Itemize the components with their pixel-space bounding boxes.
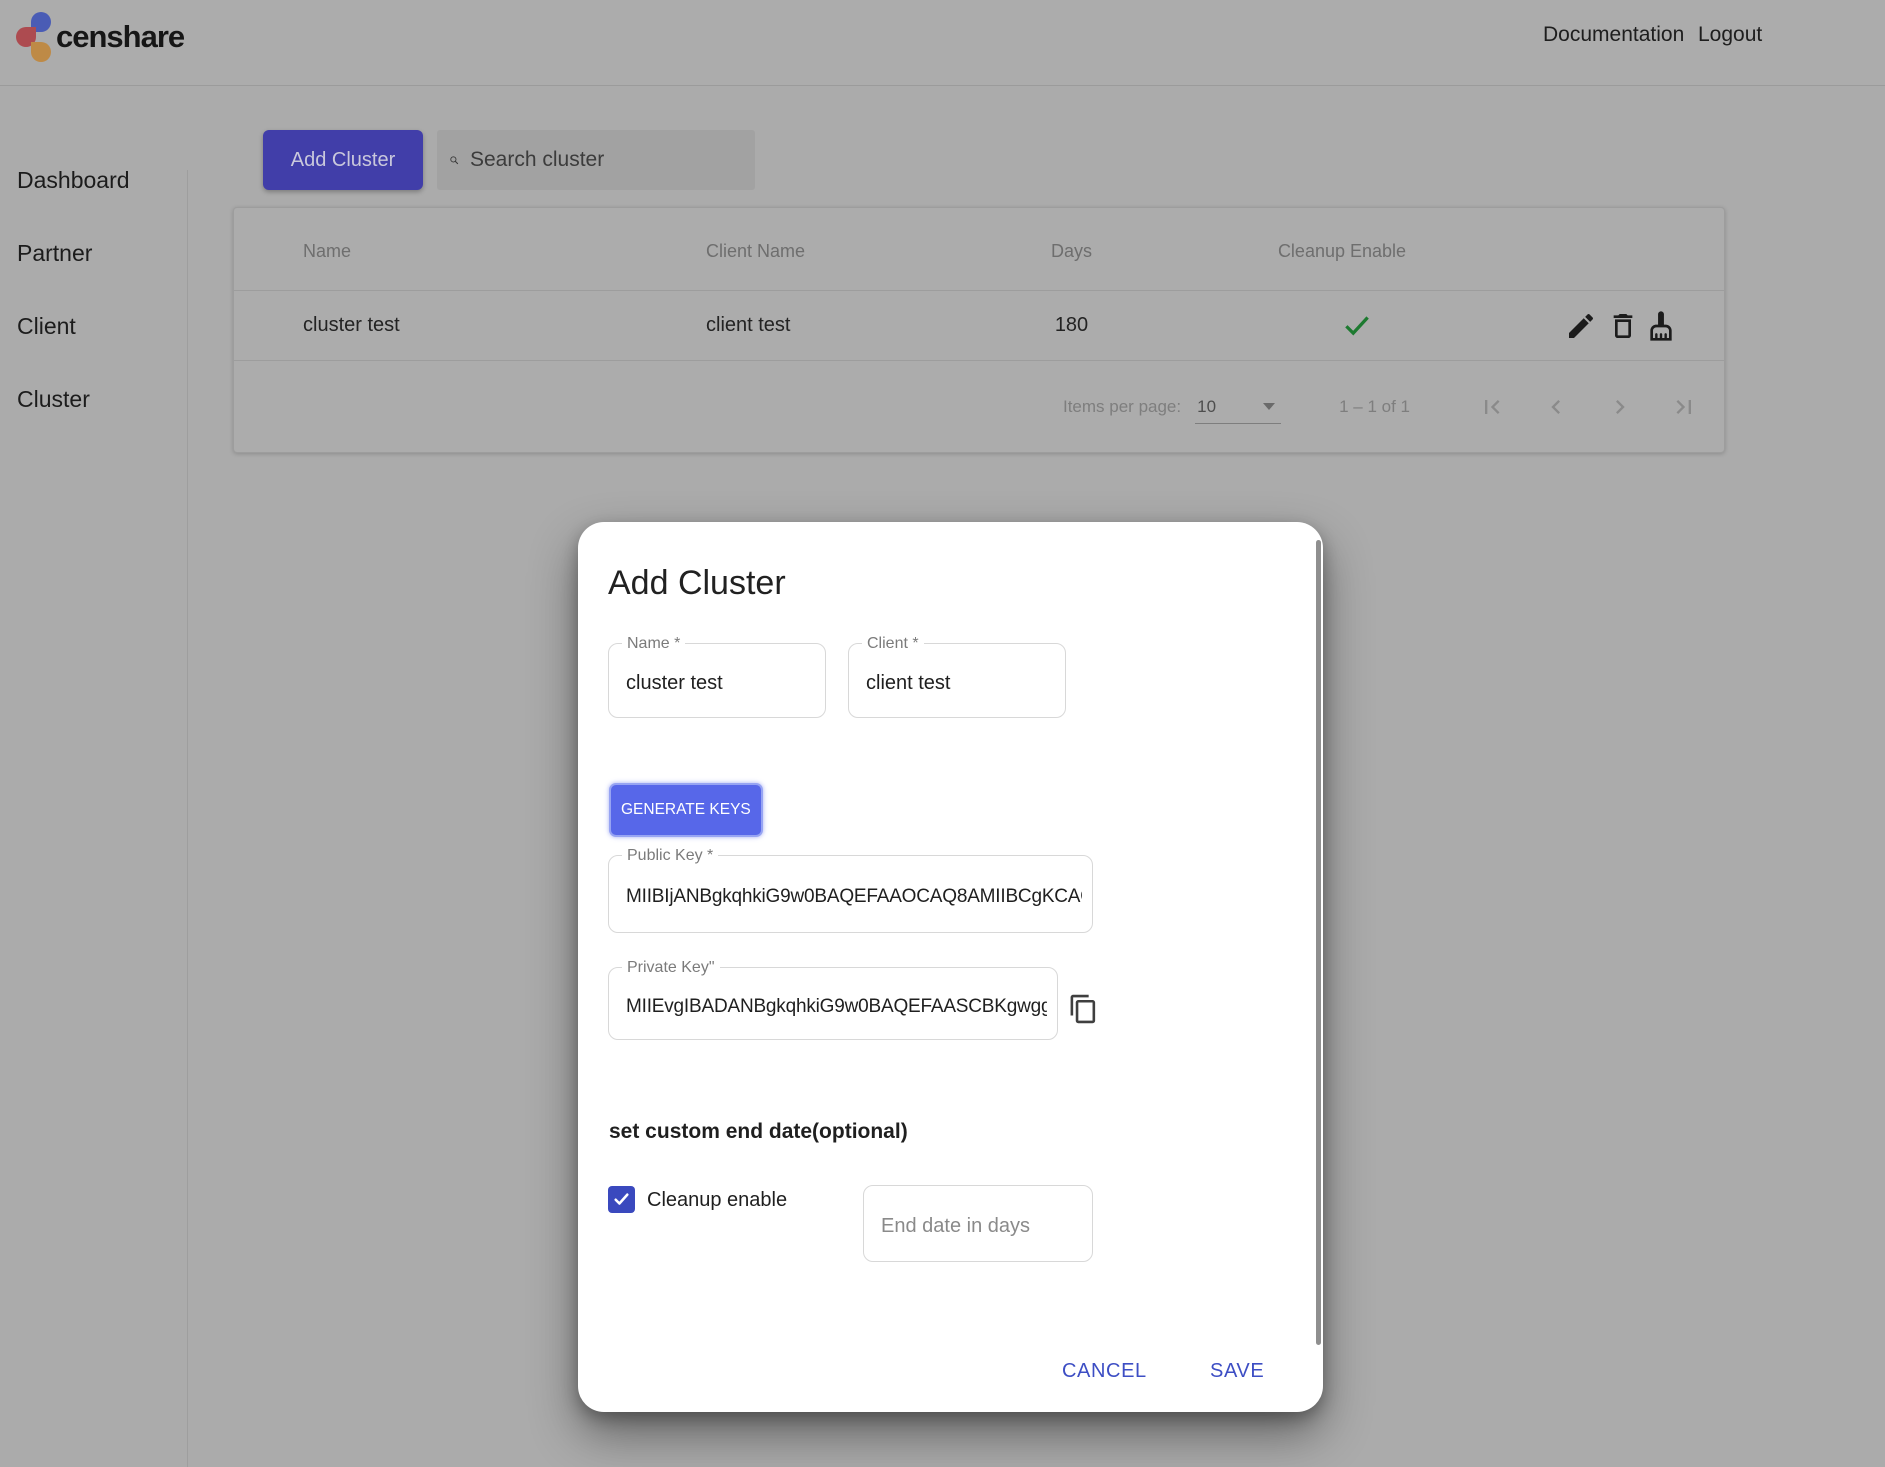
sidebar-divider	[187, 170, 188, 1467]
column-header-cleanup-enable: Cleanup Enable	[1277, 241, 1407, 262]
name-field: Name *	[608, 643, 826, 718]
table-header-row: Name Client Name Days Cleanup Enable	[234, 208, 1724, 291]
save-button[interactable]: SAVE	[1210, 1360, 1264, 1383]
copy-private-key-button[interactable]	[1065, 990, 1101, 1030]
chevron-right-icon	[1606, 393, 1634, 421]
column-header-client-name: Client Name	[706, 241, 805, 262]
add-cluster-button[interactable]: Add Cluster	[263, 130, 423, 190]
custom-end-date-heading: set custom end date(optional)	[609, 1120, 908, 1144]
cell-client-name: client test	[706, 314, 790, 337]
search-icon	[449, 147, 459, 173]
column-header-days: Days	[1034, 241, 1109, 262]
next-page-button[interactable]	[1606, 393, 1634, 421]
broom-icon	[1645, 310, 1677, 342]
paginator-range-label: 1 – 1 of 1	[1339, 397, 1410, 417]
dropdown-caret-icon	[1263, 403, 1275, 410]
top-bar: censhare Documentation Logout	[0, 0, 1885, 86]
client-field: Client *	[848, 643, 1066, 718]
sidebar-item-client[interactable]: Client	[17, 313, 76, 340]
sidebar-item-cluster[interactable]: Cluster	[17, 386, 90, 413]
end-date-field	[863, 1185, 1093, 1262]
sidebar-item-dashboard[interactable]: Dashboard	[17, 167, 130, 194]
app-root: censhare Documentation Logout Dashboard …	[0, 0, 1885, 1467]
sidebar-item-partner[interactable]: Partner	[17, 240, 92, 267]
generate-keys-button[interactable]: GENERATE KEYS	[609, 783, 763, 837]
dialog-scrollbar-thumb[interactable]	[1316, 540, 1321, 1345]
chevron-left-icon	[1542, 393, 1570, 421]
search-cluster-input[interactable]	[468, 147, 743, 173]
public-key-input[interactable]	[624, 862, 1084, 932]
private-key-field: Private Key"	[608, 967, 1058, 1040]
cleanup-enable-label: Cleanup enable	[647, 1189, 787, 1212]
cell-days: 180	[1034, 314, 1109, 337]
items-per-page-label: Items per page:	[1063, 397, 1181, 417]
checkbox-check-icon	[613, 1192, 630, 1207]
censhare-logo-icon	[16, 11, 53, 63]
first-page-button[interactable]	[1478, 393, 1506, 421]
name-input[interactable]	[624, 650, 817, 717]
table-paginator: Items per page: 10 1 – 1 of 1	[234, 362, 1724, 452]
edit-row-button[interactable]	[1565, 310, 1597, 342]
last-page-icon	[1670, 393, 1698, 421]
censhare-logo: censhare	[16, 11, 184, 63]
cleanup-enable-checkbox[interactable]	[608, 1186, 635, 1213]
logout-link[interactable]: Logout	[1698, 23, 1762, 47]
column-header-name: Name	[303, 241, 351, 262]
copy-icon	[1068, 991, 1099, 1027]
client-input[interactable]	[864, 650, 1057, 717]
last-page-button[interactable]	[1670, 393, 1698, 421]
previous-page-button[interactable]	[1542, 393, 1570, 421]
cleanup-enabled-check-icon	[1342, 310, 1372, 340]
pencil-icon	[1565, 310, 1597, 342]
delete-row-button[interactable]	[1607, 310, 1639, 342]
search-cluster-box[interactable]	[437, 130, 755, 190]
dialog-title: Add Cluster	[608, 564, 786, 603]
documentation-link[interactable]: Documentation	[1543, 23, 1684, 47]
cell-name: cluster test	[303, 314, 400, 337]
brand-name: censhare	[56, 19, 184, 55]
first-page-icon	[1478, 393, 1506, 421]
logo-petal-orange	[31, 42, 51, 62]
add-cluster-dialog: Add Cluster Name * Client * GENERATE KEY…	[578, 522, 1323, 1412]
cleanup-row-button[interactable]	[1645, 310, 1677, 342]
items-per-page-select[interactable]: 10	[1195, 390, 1281, 424]
cluster-table: Name Client Name Days Cleanup Enable clu…	[233, 207, 1725, 453]
cancel-button[interactable]: CANCEL	[1062, 1360, 1147, 1383]
trash-icon	[1607, 310, 1639, 342]
table-row[interactable]: cluster test client test 180	[234, 291, 1724, 361]
items-per-page-value: 10	[1197, 397, 1216, 417]
private-key-input[interactable]	[624, 974, 1049, 1039]
public-key-field: Public Key *	[608, 855, 1093, 933]
end-date-input[interactable]	[879, 1192, 1084, 1261]
